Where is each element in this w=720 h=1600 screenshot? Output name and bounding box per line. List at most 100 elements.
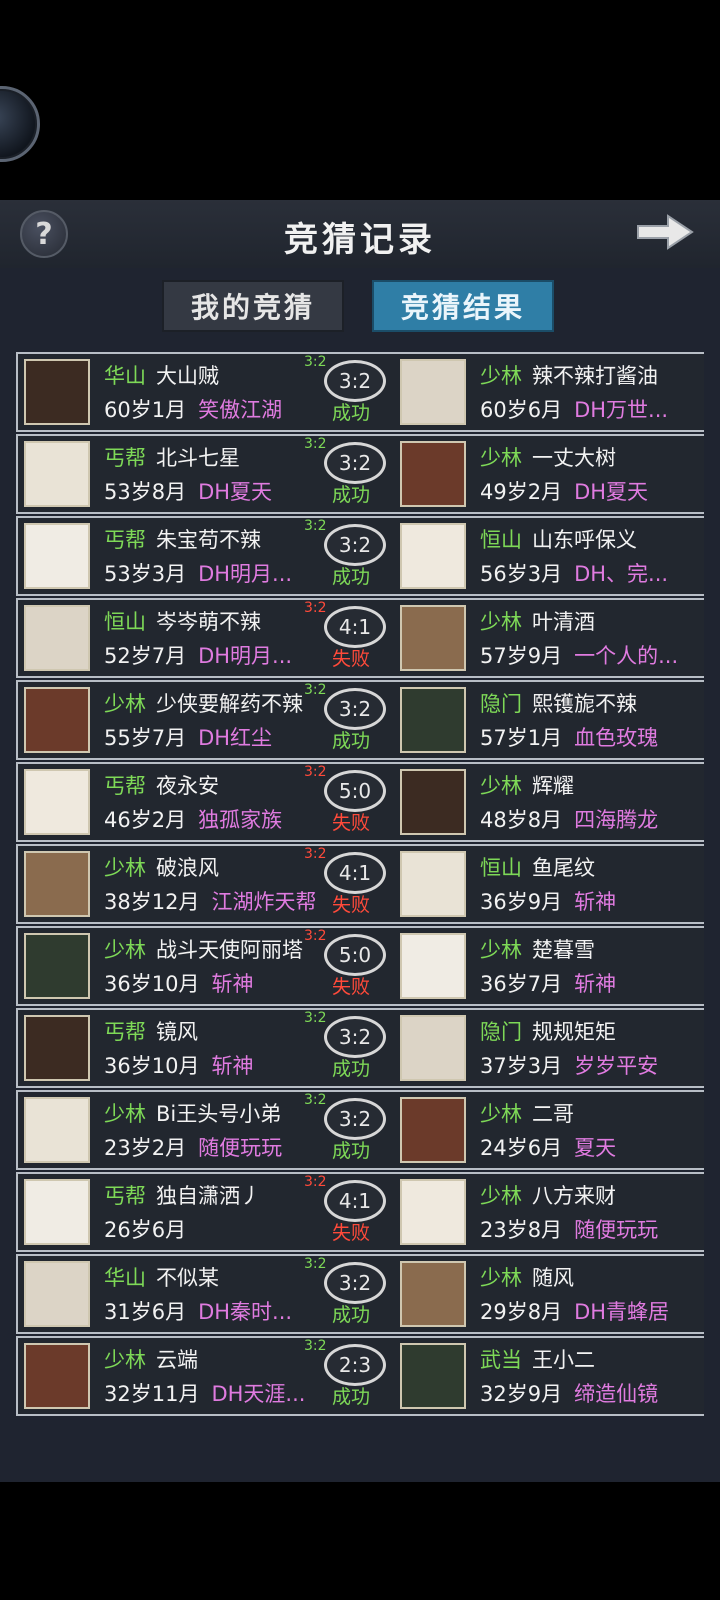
player-left-line1: 华山 大山贼: [104, 360, 219, 390]
avatar: [400, 851, 466, 917]
player-right-line2: 32岁9月 缔造仙镜: [480, 1378, 658, 1408]
guild-name: 夏天: [574, 1136, 617, 1160]
player-right-line1: 武当 王小二: [480, 1344, 595, 1374]
guess-tag: 3:2: [304, 1010, 327, 1026]
arrow-right-icon[interactable]: [634, 210, 696, 254]
score-badge: 3:2: [324, 524, 386, 566]
player-name: 朱宝苟不辣: [156, 528, 261, 552]
player-age: 29岁8月: [480, 1300, 563, 1324]
sect-label: 少林: [480, 610, 522, 634]
player-left-line1: 丐帮 朱宝苟不辣: [104, 524, 261, 554]
table-row[interactable]: 少林 云端 32岁11月 DH天涯... 3:2 2:3 成功 武当 王小二 32岁9…: [16, 1336, 704, 1416]
score-badge: 3:2: [324, 360, 386, 402]
avatar: [24, 851, 90, 917]
guild-name: 笑傲江湖: [198, 398, 283, 422]
player-name: 楚暮雪: [532, 938, 595, 962]
guess-tag: 3:2: [304, 1174, 327, 1190]
score-badge: 3:2: [324, 1016, 386, 1058]
player-left-line2: 26岁6月: [104, 1214, 198, 1244]
result-label: 成功: [332, 484, 371, 506]
sect-label: 少林: [480, 364, 522, 388]
tab-my-guesses[interactable]: 我的竞猜: [162, 280, 344, 332]
table-row[interactable]: 丐帮 北斗七星 53岁8月 DH夏天 3:2 3:2 成功 少林 一丈大树 49岁2月…: [16, 434, 704, 514]
guild-name: 斩神: [211, 972, 254, 996]
avatar: [400, 1261, 466, 1327]
table-row[interactable]: 丐帮 独自潇洒丿 26岁6月 3:2 4:1 失败 少林 八方来财 23岁8月 随便玩…: [16, 1172, 704, 1252]
player-age: 24岁6月: [480, 1136, 563, 1160]
player-left-line1: 丐帮 夜永安: [104, 770, 219, 800]
score-badge: 2:3: [324, 1344, 386, 1386]
table-row[interactable]: 丐帮 朱宝苟不辣 53岁3月 DH明月... 3:2 3:2 成功 恒山 山东呼保义 …: [16, 516, 704, 596]
sect-label: 丐帮: [104, 774, 146, 798]
player-name: 辉耀: [532, 774, 574, 798]
player-right-line2: 36岁7月 斩神: [480, 968, 616, 998]
bottom-area: [0, 1482, 720, 1600]
guess-tag: 3:2: [304, 600, 327, 616]
player-age: 36岁7月: [480, 972, 563, 996]
player-left-line2: 31岁6月 DH秦时...: [104, 1296, 292, 1326]
sect-label: 少林: [480, 938, 522, 962]
result-label: 失败: [332, 812, 371, 834]
player-left-line2: 32岁11月 DH天涯...: [104, 1378, 305, 1408]
guess-tag: 3:2: [304, 928, 327, 944]
tab-guess-results[interactable]: 竞猜结果: [372, 280, 554, 332]
sect-label: 丐帮: [104, 446, 146, 470]
score-badge: 4:1: [324, 606, 386, 648]
sect-label: 武当: [480, 1348, 522, 1372]
sect-label: 恒山: [480, 856, 522, 880]
player-left-line1: 丐帮 独自潇洒丿: [104, 1180, 261, 1210]
player-name: 鱼尾纹: [532, 856, 595, 880]
player-left-line1: 少林 Bi王头号小弟: [104, 1098, 281, 1128]
sect-label: 少林: [480, 446, 522, 470]
table-row[interactable]: 丐帮 镜风 36岁10月 斩神 3:2 3:2 成功 隐门 规规矩矩 37岁3月 岁岁平…: [16, 1008, 704, 1088]
sect-label: 少林: [104, 856, 146, 880]
player-name: 熙镬旎不辣: [532, 692, 637, 716]
player-left-line1: 少林 战斗天使阿丽塔: [104, 934, 303, 964]
player-name: Bi王头号小弟: [156, 1102, 282, 1126]
player-age: 48岁8月: [480, 808, 563, 832]
avatar: [400, 1179, 466, 1245]
table-row[interactable]: 华山 不似某 31岁6月 DH秦时... 3:2 3:2 成功 少林 随风 29岁8月…: [16, 1254, 704, 1334]
guild-name: 血色玫瑰: [574, 726, 659, 750]
sect-label: 隐门: [480, 1020, 522, 1044]
table-row[interactable]: 少林 少侠要解药不辣 55岁7月 DH红尘 3:2 3:2 成功 隐门 熙镬旎不辣 5…: [16, 680, 704, 760]
guess-tag: 3:2: [304, 764, 327, 780]
player-left-line2: 53岁3月 DH明月...: [104, 558, 292, 588]
table-row[interactable]: 少林 战斗天使阿丽塔 36岁10月 斩神 3:2 5:0 失败 少林 楚暮雪 36岁7…: [16, 926, 704, 1006]
table-row[interactable]: 丐帮 夜永安 46岁2月 独孤家族 3:2 5:0 失败 少林 辉耀 48岁8月 四海腾…: [16, 762, 704, 842]
player-name: 夜永安: [156, 774, 219, 798]
sect-label: 丐帮: [104, 1184, 146, 1208]
guild-name: 岁岁平安: [574, 1054, 659, 1078]
table-row[interactable]: 恒山 岑岑萌不辣 52岁7月 DH明月... 3:2 4:1 失败 少林 叶清酒 57…: [16, 598, 704, 678]
player-left-line2: 36岁10月 斩神: [104, 968, 253, 998]
player-name: 北斗七星: [156, 446, 240, 470]
table-row[interactable]: 少林 破浪风 38岁12月 江湖炸天帮 3:2 4:1 失败 恒山 鱼尾纹 36岁9月…: [16, 844, 704, 924]
avatar: [24, 605, 90, 671]
player-right-line1: 少林 二哥: [480, 1098, 574, 1128]
player-left-line2: 53岁8月 DH夏天: [104, 476, 272, 506]
player-name: 岑岑萌不辣: [156, 610, 261, 634]
table-row[interactable]: 华山 大山贼 60岁1月 笑傲江湖 3:2 3:2 成功 少林 辣不辣打酱油 60岁6…: [16, 352, 704, 432]
player-left-line2: 60岁1月 笑傲江湖: [104, 394, 282, 424]
result-list[interactable]: 华山 大山贼 60岁1月 笑傲江湖 3:2 3:2 成功 少林 辣不辣打酱油 60岁6…: [16, 332, 704, 1482]
avatar: [24, 687, 90, 753]
guild-name: 一个人的...: [574, 644, 679, 668]
player-right-line1: 少林 辉耀: [480, 770, 574, 800]
avatar: [24, 441, 90, 507]
sect-label: 少林: [104, 1348, 146, 1372]
sect-label: 少林: [480, 774, 522, 798]
player-name: 破浪风: [156, 856, 219, 880]
status-area: [0, 0, 720, 200]
player-age: 38岁12月: [104, 890, 200, 914]
table-row[interactable]: 少林 Bi王头号小弟 23岁2月 随便玩玩 3:2 3:2 成功 少林 二哥 24岁6…: [16, 1090, 704, 1170]
guild-name: 斩神: [211, 1054, 254, 1078]
player-right-line1: 恒山 鱼尾纹: [480, 852, 595, 882]
guild-name: 四海腾龙: [574, 808, 659, 832]
player-name: 随风: [532, 1266, 574, 1290]
player-right-line2: 60岁6月 DH万世...: [480, 394, 668, 424]
player-left-line2: 52岁7月 DH明月...: [104, 640, 292, 670]
result-label: 成功: [332, 730, 371, 752]
avatar: [24, 769, 90, 835]
player-age: 36岁10月: [104, 1054, 200, 1078]
player-right-line1: 少林 一丈大树: [480, 442, 616, 472]
